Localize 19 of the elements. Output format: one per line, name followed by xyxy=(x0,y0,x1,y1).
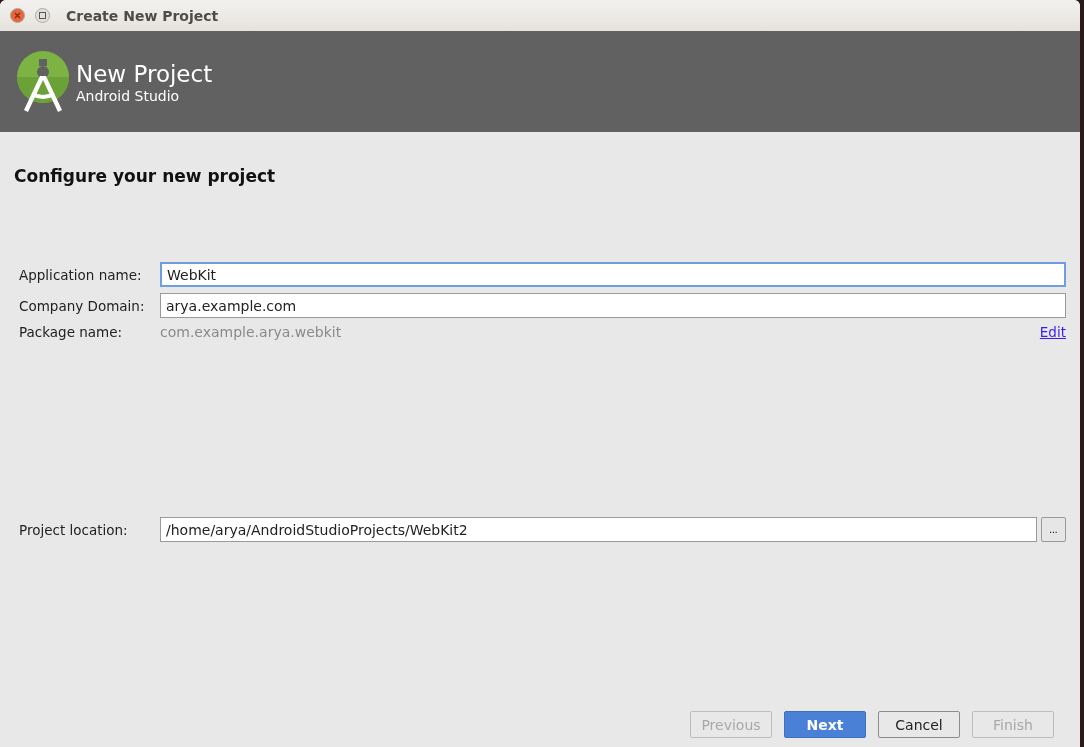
header-subtitle: Android Studio xyxy=(76,87,181,104)
compass-logo-icon xyxy=(16,49,70,114)
maximize-icon[interactable] xyxy=(35,8,50,23)
window-title: Create New Project xyxy=(66,7,219,24)
dialog-button[interactable]: Cancel xyxy=(878,711,960,738)
browse-button[interactable]: ... xyxy=(1040,517,1066,542)
input-field[interactable]: arya.example.com xyxy=(160,293,1066,318)
field-label: Project location: xyxy=(19,521,129,538)
input-field[interactable]: /home/arya/AndroidStudioProjects/WebKit2 xyxy=(160,517,1037,542)
input-field[interactable]: WebKit xyxy=(160,262,1066,287)
close-icon[interactable] xyxy=(10,8,25,23)
field-label: Package name: xyxy=(19,324,124,340)
field-label: Application name: xyxy=(19,266,143,283)
page-heading: Configure your new project xyxy=(14,166,277,186)
package-name-value: com.example.arya.webkit xyxy=(160,324,342,340)
header-title: New Project xyxy=(76,59,213,88)
dialog-button[interactable]: Next xyxy=(784,711,866,738)
field-label: Company Domain: xyxy=(19,297,146,314)
edit-link[interactable]: Edit xyxy=(1039,324,1066,340)
